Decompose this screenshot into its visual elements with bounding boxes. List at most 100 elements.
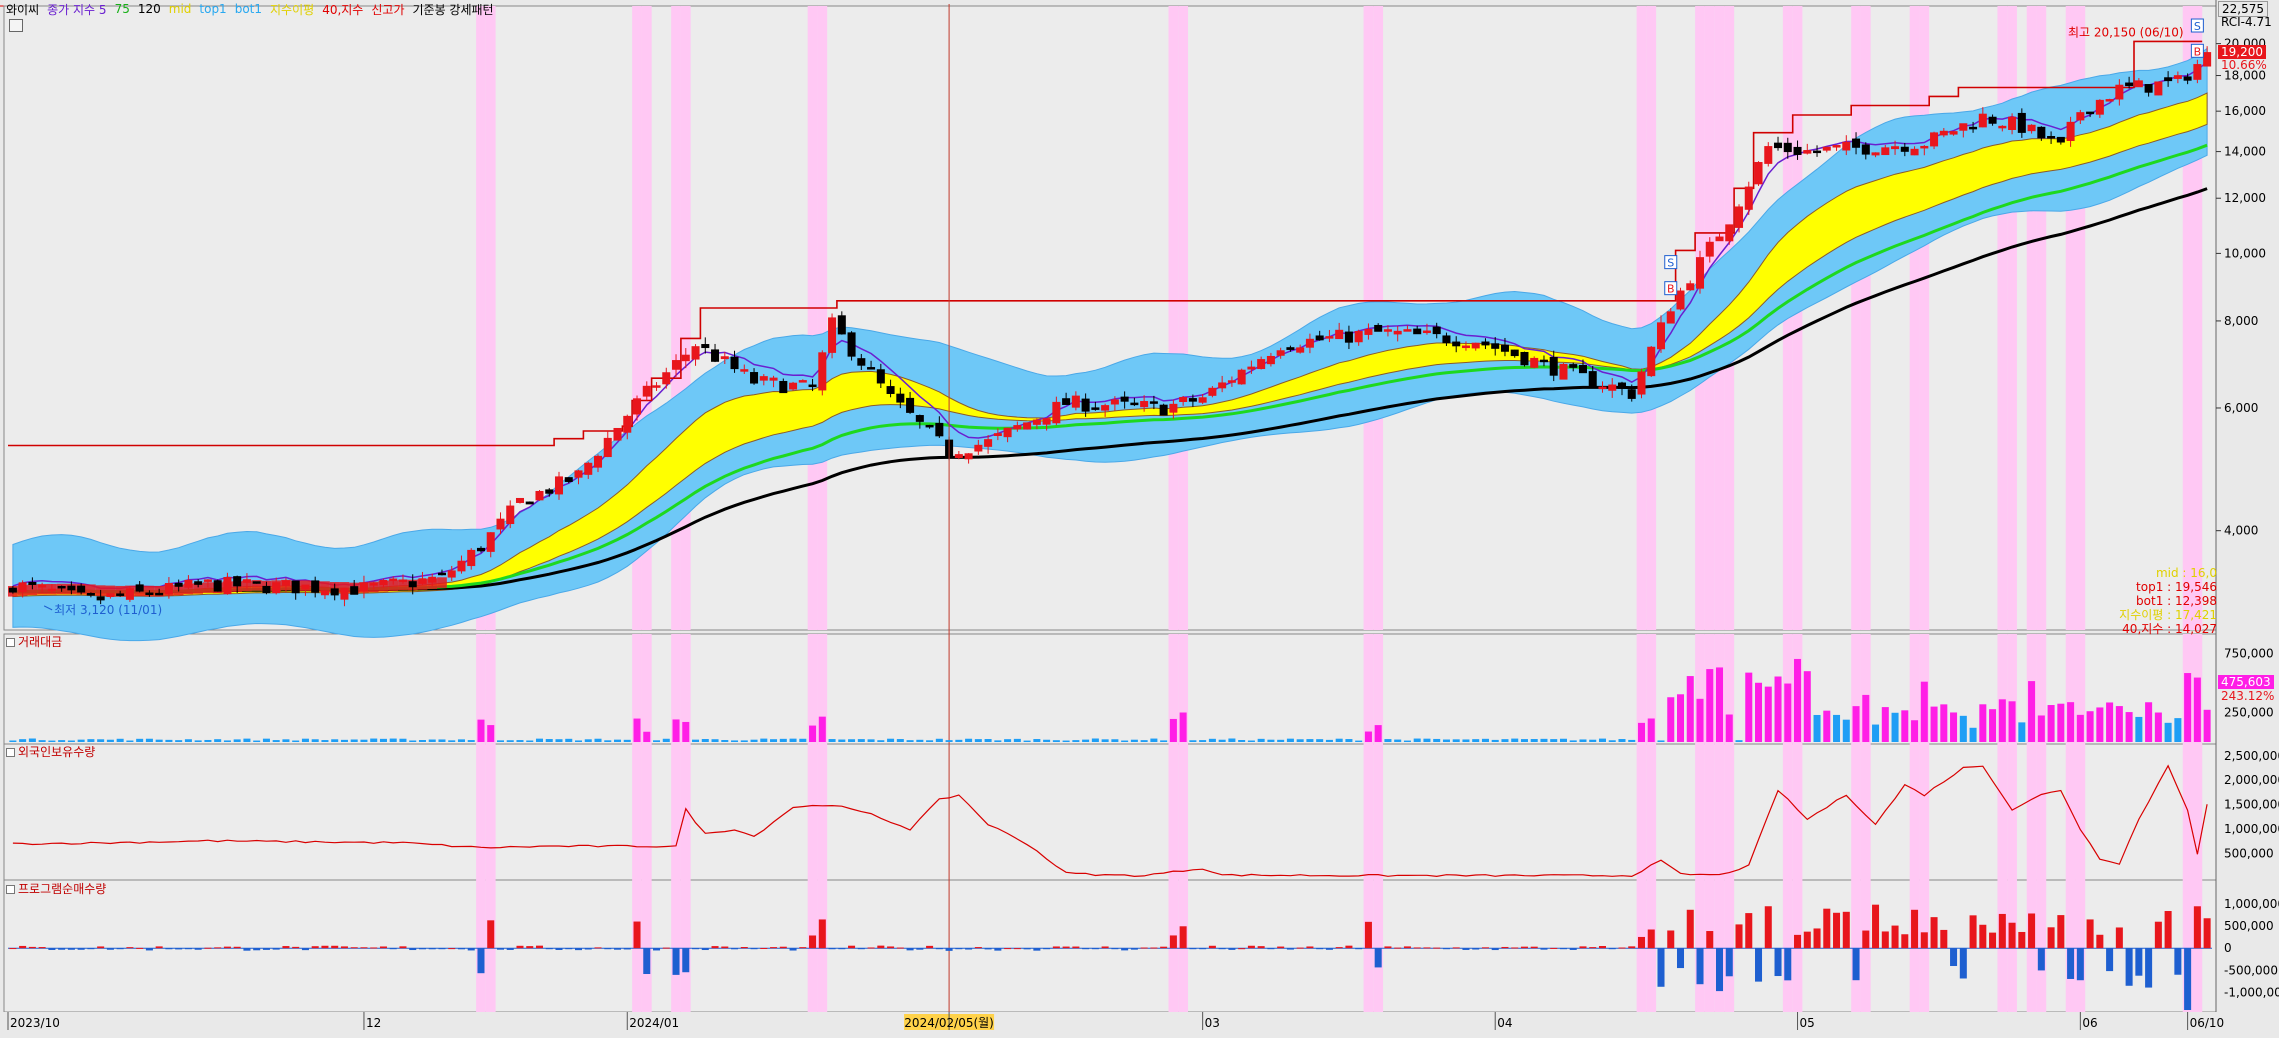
program-bar xyxy=(1823,908,1831,949)
volume-bar xyxy=(2028,681,2036,742)
volume-bar xyxy=(418,740,426,742)
program-bar xyxy=(1286,948,1294,950)
indicator-values-box: mid : 16,0 top1 : 19,546 bot1 : 12,398 지수이평… xyxy=(2119,566,2217,636)
volume-bar xyxy=(818,716,826,742)
candle-body xyxy=(2017,112,2026,133)
volume-bar xyxy=(1637,722,1646,742)
volume-bar xyxy=(926,740,934,742)
candle-body xyxy=(1822,146,1831,151)
grid-settings-icon[interactable] xyxy=(9,19,23,32)
program-bar xyxy=(1472,948,1480,950)
candle-body xyxy=(1656,322,1666,350)
volume-bar xyxy=(535,738,544,742)
candle-body xyxy=(867,367,876,370)
program-bar xyxy=(389,948,397,950)
candle-body xyxy=(993,433,1002,436)
candle-body xyxy=(847,332,856,357)
program-bar xyxy=(1433,947,1441,949)
chart-canvas[interactable]: SBSB최고 20,150 (06/10)최저 3,120 (11/01)4,0… xyxy=(0,0,2279,1038)
program-pane-toggle-icon[interactable] xyxy=(6,885,15,894)
legend-item[interactable]: 75 xyxy=(115,2,130,16)
legend-item[interactable]: mid xyxy=(169,2,192,16)
candle-body xyxy=(1266,355,1275,365)
program-bar xyxy=(1891,925,1899,949)
high-price-label: 최고 20,150 (06/10) xyxy=(2068,25,2184,39)
candle-body xyxy=(1510,349,1519,357)
legend-item[interactable]: 종가 지수 5 xyxy=(47,1,106,18)
program-bar xyxy=(1199,948,1207,950)
legend-item[interactable]: bot1 xyxy=(235,2,262,16)
volume-bar xyxy=(253,740,261,742)
candle-body xyxy=(1286,347,1295,350)
program-bar xyxy=(428,948,436,950)
legend-item[interactable]: 와이씨 xyxy=(6,1,39,18)
volume-bar xyxy=(1920,681,1928,742)
volume-bar xyxy=(233,739,241,742)
candle-body xyxy=(1335,329,1344,340)
highlight-day xyxy=(632,744,642,880)
volume-bar xyxy=(848,739,856,742)
volume-bar xyxy=(2174,718,2182,742)
volume-bar xyxy=(1091,738,1099,742)
volume-bar xyxy=(1530,739,1538,742)
program-bar xyxy=(2008,922,2016,949)
program-bar xyxy=(974,947,982,949)
program-bar xyxy=(487,920,495,949)
volume-bar xyxy=(2076,714,2084,742)
program-bar xyxy=(867,947,875,949)
program-bar xyxy=(1306,946,1314,949)
volume-bar xyxy=(1130,739,1138,742)
program-bar xyxy=(77,948,85,950)
volume-bar xyxy=(350,739,358,742)
program-bar xyxy=(740,947,748,949)
program-bar xyxy=(272,948,280,950)
legend-item[interactable]: 기준봉 강세패턴 xyxy=(412,1,493,18)
candle-body xyxy=(2154,81,2163,96)
legend-item[interactable]: 지수이평 xyxy=(270,1,314,18)
program-bar xyxy=(155,946,163,949)
volume-bar xyxy=(1774,676,1782,742)
candle-body xyxy=(1910,148,1919,156)
volume-bar xyxy=(1325,739,1333,742)
legend-item[interactable]: 120 xyxy=(138,2,161,16)
program-bar xyxy=(984,948,992,950)
volume-bar xyxy=(1501,739,1509,742)
candle-body xyxy=(711,349,720,362)
signal-mark: S xyxy=(1667,257,1674,270)
legend-item[interactable]: 40,지수 xyxy=(322,1,363,18)
volume-bar xyxy=(331,739,339,742)
volume-bar xyxy=(1745,672,1753,742)
volume-pane-toggle-icon[interactable] xyxy=(6,638,15,647)
program-bar xyxy=(1491,948,1499,951)
program-bar xyxy=(87,948,95,950)
volume-bar xyxy=(1598,738,1606,742)
volume-bar xyxy=(1647,718,1655,742)
volume-bar xyxy=(887,738,895,742)
program-bar xyxy=(526,946,534,949)
program-bar xyxy=(1628,946,1636,949)
volume-bar xyxy=(1511,738,1519,742)
program-bar xyxy=(184,948,192,950)
volume-bar xyxy=(1364,731,1372,742)
pane-frame xyxy=(3,5,2217,631)
candle-body xyxy=(1695,257,1705,289)
candle-body xyxy=(1852,138,1861,148)
candle-body xyxy=(18,582,27,593)
volume-bar xyxy=(867,739,875,742)
candle-body xyxy=(398,579,407,582)
program-bar xyxy=(126,947,134,949)
volume-bar xyxy=(896,739,904,742)
volume-bar xyxy=(692,739,700,742)
volume-bar xyxy=(1608,740,1616,742)
legend-item[interactable]: top1 xyxy=(199,2,226,16)
program-tick-label: 1,000,000 xyxy=(2224,897,2279,911)
candle-body xyxy=(886,386,895,394)
x-axis-strip xyxy=(0,1012,2279,1038)
price-tick-label: 4,000 xyxy=(2224,524,2258,538)
program-bar xyxy=(1062,946,1070,949)
highlight-day xyxy=(1792,6,1803,630)
legend-item[interactable]: 신고가 xyxy=(371,1,404,18)
volume-tick-label: 750,000 xyxy=(2224,647,2274,661)
foreign-pane-toggle-icon[interactable] xyxy=(6,748,15,757)
program-bar xyxy=(1784,948,1792,981)
